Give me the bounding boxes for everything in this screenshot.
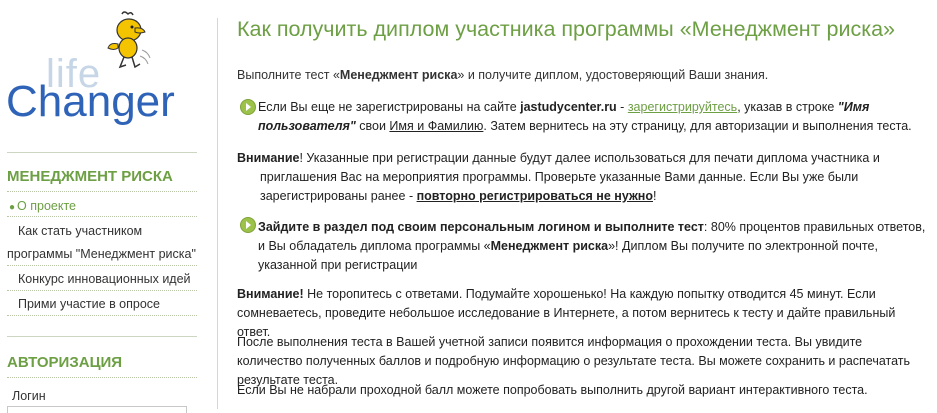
sidebar-dotted-divider [7, 315, 197, 316]
green-circle-arrow-icon [240, 99, 256, 115]
sidebar-dotted-divider [7, 216, 197, 217]
take-test-paragraph: Зайдите в раздел под своим персональным … [258, 220, 926, 272]
sidebar-item-become-participant-line2[interactable]: программы "Менеджмент риска" [7, 246, 196, 262]
login-label: Логин [12, 389, 46, 403]
page-subtitle: Выполните тест «Менеджмент риска» и полу… [237, 68, 769, 82]
sidebar-divider [7, 152, 197, 153]
site-logo[interactable]: life Changer [4, 10, 200, 130]
green-circle-arrow-icon [240, 217, 256, 233]
retry-paragraph: Если Вы не набрали проходной балл можете… [237, 383, 868, 397]
sidebar-heading-auth: АВТОРИЗАЦИЯ [7, 354, 123, 371]
sidebar-divider [7, 336, 197, 337]
bullet-icon: ● [9, 202, 16, 213]
sidebar: life Changer МЕНЕДЖМЕНТ РИСКА ● О проекте… [0, 0, 210, 413]
sidebar-item-about[interactable]: ● О проекте [9, 198, 76, 216]
register-link[interactable]: зарегистрируйтесь [628, 100, 737, 114]
sidebar-dotted-divider [7, 377, 197, 378]
column-divider [217, 18, 218, 409]
bird-mascot-icon [107, 11, 151, 69]
registration-paragraph: Если Вы еще не зарегистрированы на сайте… [258, 100, 912, 133]
page-title: Как получить диплом участника программы … [237, 17, 896, 41]
sidebar-heading-program: МЕНЕДЖМЕНТ РИСКА [7, 168, 173, 185]
sidebar-item-label: О проекте [17, 199, 77, 213]
sidebar-item-innovation-contest[interactable]: Конкурс инновационных идей [18, 271, 191, 287]
login-input[interactable] [7, 406, 187, 413]
attention-paragraph: Внимание! Указанные при регистрации данн… [237, 151, 880, 203]
sidebar-item-survey[interactable]: Прими участие в опросе [18, 296, 160, 312]
sidebar-item-become-participant[interactable]: Как стать участником [18, 223, 142, 239]
sidebar-dotted-divider [7, 265, 197, 266]
sidebar-dotted-divider [7, 290, 197, 291]
sidebar-dotted-divider [7, 191, 197, 192]
logo-text-changer: Changer [6, 77, 175, 126]
